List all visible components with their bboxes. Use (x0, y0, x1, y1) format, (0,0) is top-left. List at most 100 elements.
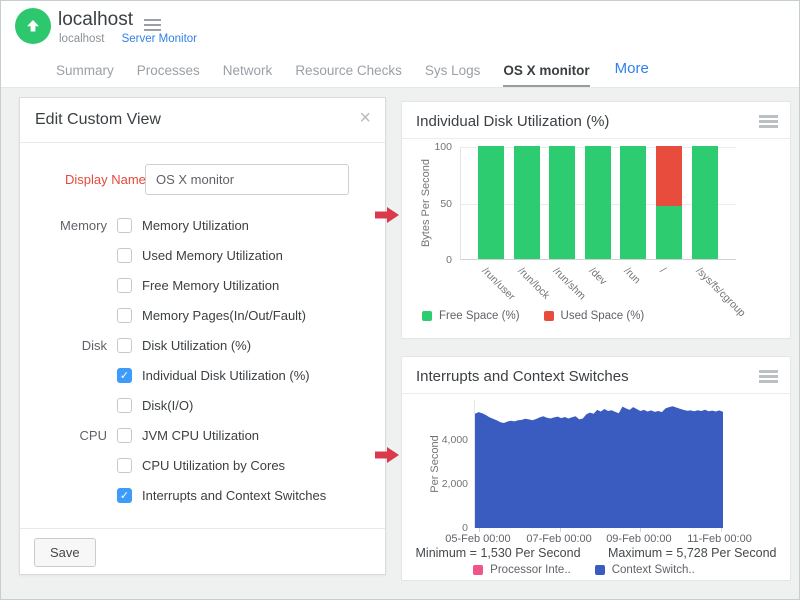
interrupts-chart-title: Interrupts and Context Switches (416, 368, 629, 385)
breadcrumb-server-monitor-link[interactable]: Server Monitor (122, 33, 197, 45)
checkbox-list: Memory Memory Utilization Used Memory Util… (20, 210, 385, 510)
bar-segment-free-space (514, 146, 540, 259)
x-tick-label: 07-Feb 00:00 (526, 533, 591, 545)
bar-run-lock (514, 146, 540, 259)
bar-dev (585, 146, 611, 259)
interrupts-card: Interrupts and Context Switches Per Seco… (401, 356, 791, 581)
checkbox-disk-i-o[interactable] (117, 398, 132, 413)
card-menu-icon[interactable] (759, 115, 778, 130)
monitor-status-icon (15, 8, 51, 44)
group-label-cpu: CPU (20, 428, 107, 443)
maximum-label: Maximum = 5,728 Per Second (608, 546, 777, 560)
display-name-label: Display Name (65, 172, 146, 187)
checkbox-row: Memory Pages(In/Out/Fault) (20, 300, 385, 330)
checkbox-individual-disk-utilization[interactable]: ✓ (117, 368, 132, 383)
legend-label: Used Space (%) (561, 310, 645, 322)
checkbox-label: Memory Utilization (142, 218, 249, 233)
x-tick-mark (479, 528, 480, 532)
disk-utilization-card: Individual Disk Utilization (%) Bytes Pe… (401, 101, 791, 339)
bar- (656, 146, 682, 259)
legend-item-free-space: Free Space (%) (422, 310, 520, 322)
legend-label: Processor Inte.. (490, 564, 571, 576)
x-tick-mark (721, 528, 722, 532)
checkbox-label: Individual Disk Utilization (%) (142, 368, 310, 383)
checkbox-memory-utilization[interactable] (117, 218, 132, 233)
checkbox-row: CPUJVM CPU Utilization (20, 420, 385, 450)
x-tick-label: /sys/fs/cgroup (693, 265, 747, 319)
interrupts-chart-legend: Processor Inte.. Context Switch.. (402, 564, 790, 576)
legend-swatch (544, 311, 554, 321)
checkbox-label: Interrupts and Context Switches (142, 488, 326, 503)
group-label-disk: Disk (20, 338, 107, 353)
tab-network[interactable]: Network (223, 53, 273, 87)
area-series (475, 400, 723, 528)
interrupts-chart-plot (474, 400, 722, 528)
close-icon[interactable]: × (359, 107, 371, 130)
group-label-memory: Memory (20, 218, 107, 233)
checkbox-row: Used Memory Utilization (20, 240, 385, 270)
card-header: Individual Disk Utilization (%) (402, 102, 790, 139)
bar-segment-free-space (692, 146, 718, 259)
disk-chart-plot: /run/user/run/lock/run/shm/dev/run//sys/… (460, 147, 736, 260)
tab-more[interactable]: More (615, 52, 649, 87)
display-name-row: Display Name (20, 164, 385, 196)
x-tick-label: 05-Feb 00:00 (445, 533, 510, 545)
y-tick-label: 4,000 (420, 434, 468, 446)
x-tick-label: /run/user (480, 265, 518, 303)
checkbox-row: DiskDisk Utilization (%) (20, 330, 385, 360)
breadcrumb-parent: localhost (59, 33, 104, 45)
red-arrow (375, 447, 399, 463)
minimum-label: Minimum = 1,530 Per Second (416, 546, 581, 560)
tab-list: Summary Processes Network Resource Checks Sy… (56, 53, 613, 87)
y-tick-label: 50 (412, 198, 452, 210)
title-menu-icon[interactable] (144, 16, 161, 34)
x-tick-label: / (658, 265, 669, 276)
tab-resource-checks[interactable]: Resource Checks (295, 53, 402, 87)
checkbox-label: CPU Utilization by Cores (142, 458, 285, 473)
card-menu-icon[interactable] (759, 370, 778, 385)
bar-segment-used-space (656, 146, 682, 206)
tab-summary[interactable]: Summary (56, 53, 114, 87)
tab-os-x-monitor[interactable]: OS X monitor (503, 53, 589, 87)
x-tick-label: 11-Feb 00:00 (687, 533, 752, 545)
bar-run-user (478, 146, 504, 259)
checkbox-label: Memory Pages(In/Out/Fault) (142, 308, 306, 323)
checkbox-interrupts-and-context-switches[interactable]: ✓ (117, 488, 132, 503)
y-tick-label: 2,000 (420, 478, 468, 490)
y-tick-label: 100 (412, 141, 452, 153)
legend-item-processor-inte: Processor Inte.. (473, 564, 571, 576)
breadcrumb: localhost Server Monitor (59, 33, 197, 45)
dialog-title: Edit Custom View (35, 111, 161, 129)
bar-segment-free-space (549, 146, 575, 259)
x-tick-label: /run (622, 265, 643, 286)
x-tick-label: /run/shm (551, 265, 588, 302)
page-header: localhost localhost Server Monitor (1, 1, 799, 49)
checkbox-disk-utilization[interactable] (117, 338, 132, 353)
checkbox-cpu-utilization-by-cores[interactable] (117, 458, 132, 473)
x-tick-mark (640, 528, 641, 532)
checkbox-row: ✓ Interrupts and Context Switches (20, 480, 385, 510)
page-title: localhost (58, 9, 133, 31)
red-arrow (375, 207, 399, 223)
checkbox-memory-pages-in-out-fault[interactable] (117, 308, 132, 323)
legend-label: Context Switch.. (612, 564, 695, 576)
tab-processes[interactable]: Processes (137, 53, 200, 87)
bar-run (620, 146, 646, 259)
bar-segment-free-space (620, 146, 646, 259)
checkbox-row: Free Memory Utilization (20, 270, 385, 300)
checkbox-jvm-cpu-utilization[interactable] (117, 428, 132, 443)
checkbox-row: Disk(I/O) (20, 390, 385, 420)
legend-swatch (473, 565, 483, 575)
minmax-row: Minimum = 1,530 Per Second Maximum = 5,7… (402, 546, 790, 560)
checkbox-label: Free Memory Utilization (142, 278, 279, 293)
legend-item-context-switch: Context Switch.. (595, 564, 695, 576)
save-button[interactable]: Save (34, 538, 96, 567)
bar-segment-free-space (585, 146, 611, 259)
y-tick-label: 0 (412, 254, 452, 266)
x-tick-label: 09-Feb 00:00 (606, 533, 671, 545)
tab-sys-logs[interactable]: Sys Logs (425, 53, 481, 87)
checkbox-free-memory-utilization[interactable] (117, 278, 132, 293)
checkbox-used-memory-utilization[interactable] (117, 248, 132, 263)
display-name-input[interactable] (145, 164, 349, 195)
bar-sys-fs-cgroup (692, 146, 718, 259)
